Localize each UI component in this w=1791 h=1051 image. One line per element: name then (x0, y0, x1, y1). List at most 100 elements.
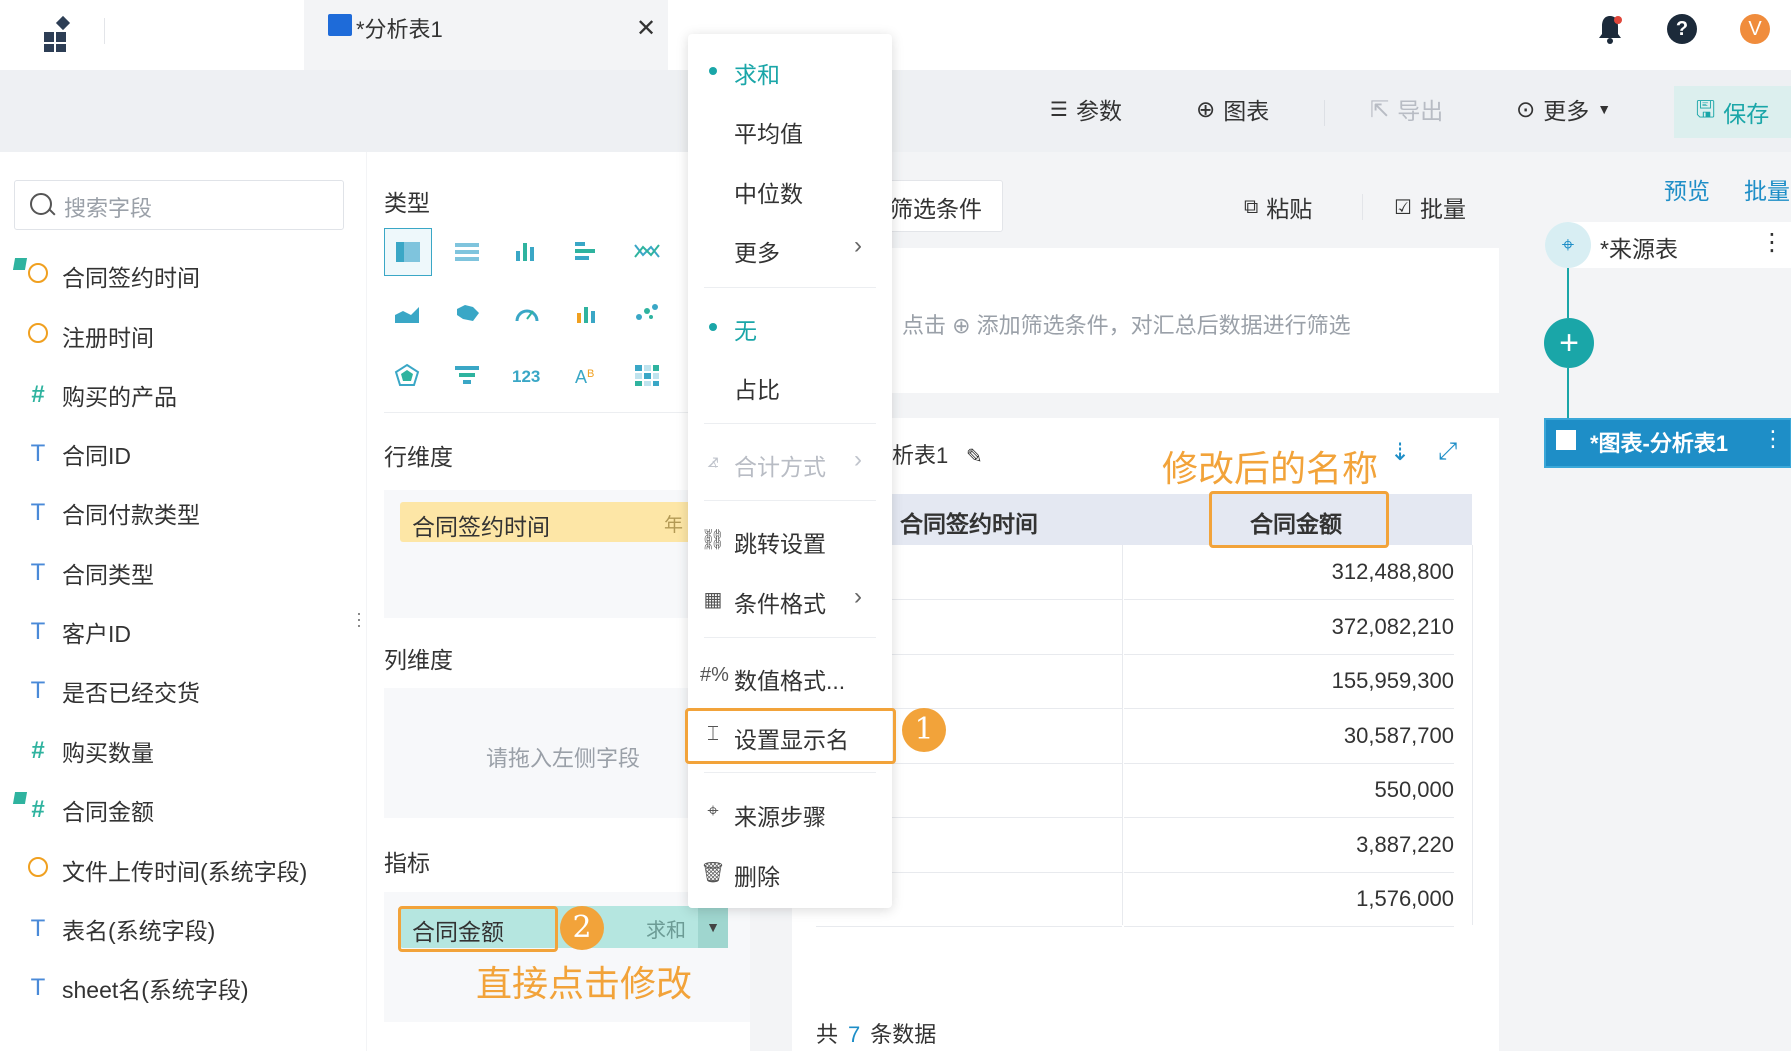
search-placeholder: 搜索字段 (64, 196, 153, 221)
source-step-icon: ⌖ (707, 800, 719, 822)
metric-title: 指标 (384, 850, 430, 876)
table-cell-amount[interactable]: 312,488,800 (1124, 545, 1454, 600)
menu-item-source-step[interactable]: 来源步骤 (734, 798, 826, 832)
field-item[interactable]: T 合同ID (22, 434, 131, 474)
table-cell-amount[interactable]: 1,576,000 (1124, 872, 1454, 927)
add-step-button[interactable]: + (1544, 318, 1594, 368)
chart-button[interactable]: ⊕ 图表 (1196, 92, 1269, 126)
chevron-right-icon: › (854, 583, 862, 610)
header-contract-amount[interactable]: 合同金额 (1250, 505, 1342, 539)
more-vertical-icon[interactable]: ⋮ (1762, 426, 1784, 452)
help-icon[interactable]: ? (1667, 14, 1697, 44)
caret-down-icon[interactable]: ▼ (698, 906, 728, 948)
menu-item-none[interactable]: 无 (734, 312, 757, 346)
divider (1362, 194, 1363, 220)
bar-chart-icon[interactable] (504, 228, 550, 274)
number-format-icon: #% (700, 664, 729, 686)
bell-icon[interactable] (1597, 14, 1623, 44)
kpi-number-icon[interactable]: 123 (504, 352, 550, 398)
divider (104, 18, 105, 44)
heatmap-icon[interactable] (624, 352, 670, 398)
annotation-modified-name: 修改后的名称 (1162, 448, 1379, 489)
gauge-icon[interactable] (504, 290, 550, 336)
field-item[interactable]: # 购买数量 (22, 731, 154, 771)
batch-button[interactable]: ☑ 批量 (1394, 190, 1466, 224)
chevron-right-icon: › (854, 446, 862, 473)
paste-icon: ⧉ (1244, 195, 1259, 218)
field-item[interactable]: T 表名(系统字段) (22, 909, 216, 949)
table-cell-amount[interactable]: 550,000 (1124, 763, 1454, 818)
menu-item-ratio[interactable]: 占比 (734, 371, 780, 405)
field-item[interactable]: T 客户ID (22, 612, 131, 652)
column-placeholder: 请拖入左侧字段 (486, 746, 641, 771)
funnel-icon[interactable] (444, 352, 490, 398)
avatar[interactable]: V (1740, 14, 1770, 44)
combo-chart-icon[interactable] (564, 290, 610, 336)
field-item[interactable]: T 是否已经交货 (22, 671, 200, 711)
menu-item-number-format[interactable]: 数值格式... (734, 662, 845, 696)
horizontal-bar-icon[interactable] (564, 228, 610, 274)
field-label: 合同签约时间 (62, 265, 200, 291)
header-contract-date[interactable]: 合同签约时间 (900, 505, 1038, 539)
params-button[interactable]: ☰ 参数 (1050, 92, 1122, 126)
menu-item-average[interactable]: 平均值 (734, 115, 803, 149)
field-item[interactable]: T 合同付款类型 (22, 493, 200, 533)
menu-item-sum[interactable]: 求和 (734, 56, 780, 90)
table-cell-amount[interactable]: 155,959,300 (1124, 654, 1454, 709)
area-chart-icon[interactable] (384, 290, 430, 336)
preview-link[interactable]: 预览 (1664, 172, 1710, 206)
menu-item-conditional-format[interactable]: 条件格式 (734, 585, 826, 619)
expand-icon[interactable]: ⤢ (1438, 438, 1457, 466)
table-cell-amount[interactable]: 30,587,700 (1124, 709, 1454, 764)
source-node-label: *来源表 (1600, 236, 1678, 262)
batch-link[interactable]: 批量 (1744, 172, 1790, 206)
menu-item-more[interactable]: 更多 (734, 234, 780, 268)
menu-item-delete[interactable]: 删除 (734, 858, 780, 892)
field-label: sheet名(系统字段) (62, 977, 249, 1003)
row-field-granularity: 年 (664, 515, 684, 536)
field-item[interactable]: # 购买的产品 (22, 375, 177, 415)
line-chart-icon[interactable] (624, 228, 670, 274)
top-tab-bar (0, 0, 1791, 70)
selected-dot-icon (709, 67, 717, 75)
table-cell-amount[interactable]: 372,082,210 (1124, 600, 1454, 655)
clock-icon (22, 322, 54, 350)
menu-item-set-display-name[interactable]: 设置显示名 (734, 721, 849, 755)
divider (1122, 545, 1123, 925)
menu-item-total-method[interactable]: 合计方式 (734, 448, 826, 482)
more-vertical-icon[interactable]: ⋮ (1760, 228, 1784, 257)
field-label: 合同ID (62, 443, 131, 469)
apps-grid-icon[interactable] (40, 14, 80, 54)
field-label: 表名(系统字段) (62, 918, 216, 944)
table-title: 析表1 (892, 443, 949, 468)
svg-text:B: B (587, 368, 594, 380)
table-type-icon[interactable] (384, 228, 432, 276)
field-item[interactable]: Tsheet名(系统字段) (22, 968, 249, 1008)
sort-icon[interactable]: ⇣ (1390, 438, 1410, 467)
field-item[interactable]: 合同签约时间 (22, 256, 200, 296)
scatter-icon[interactable] (624, 290, 670, 336)
paste-button[interactable]: ⧉ 粘贴 (1244, 190, 1312, 224)
field-item[interactable]: T 合同类型 (22, 553, 154, 593)
field-item[interactable]: 注册时间 (22, 316, 154, 356)
more-button[interactable]: ⊙ 更多 ▼ (1516, 92, 1611, 126)
edit-icon[interactable]: ✎ (966, 444, 983, 469)
type-title: 类型 (384, 190, 430, 216)
row-field-label: 合同签约时间 (412, 514, 550, 540)
word-cloud-icon[interactable]: AB (564, 352, 610, 398)
menu-item-jump-settings[interactable]: 跳转设置 (734, 525, 826, 559)
search-icon (30, 193, 52, 215)
field-label: 合同金额 (62, 799, 154, 825)
menu-item-median[interactable]: 中位数 (734, 175, 803, 209)
table-cell-amount[interactable]: 3,887,220 (1124, 818, 1454, 873)
radar-icon[interactable] (384, 352, 430, 398)
field-item[interactable]: # 合同金额 (22, 790, 154, 830)
field-item[interactable]: 文件上传时间(系统字段) (22, 850, 307, 890)
detail-table-icon[interactable] (444, 228, 490, 274)
export-button[interactable]: ⇱ 导出 (1370, 92, 1443, 126)
resize-handle[interactable]: · · · (356, 604, 362, 634)
map-icon[interactable] (444, 290, 490, 336)
close-icon[interactable]: ✕ (636, 14, 656, 43)
save-button[interactable]: 🖫 保存 (1674, 86, 1791, 138)
field-label: 注册时间 (62, 325, 154, 351)
